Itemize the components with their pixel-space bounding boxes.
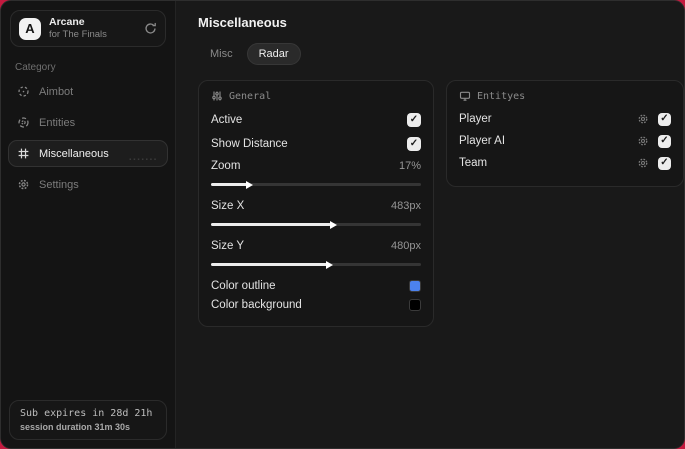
entity-label: Player AI [459, 135, 506, 147]
checkmark-icon: ✓ [409, 138, 419, 149]
panels-container: General Active ✓ Show Distance ✓ Zoom 17… [198, 80, 684, 327]
setting-label: Color background [211, 298, 302, 311]
slider-thumb[interactable] [329, 220, 337, 229]
sidebar-item-label: Aimbot [39, 85, 74, 98]
setting-label: Size X [211, 200, 245, 212]
refresh-icon[interactable] [144, 22, 157, 35]
subscription-info-card: Sub expires in 28d 21h session duration … [9, 400, 167, 440]
sidebar-item-settings[interactable]: Settings [8, 171, 168, 198]
grid-icon [17, 147, 30, 160]
sidebar-item-label: Entities [39, 116, 76, 129]
setting-row-active: Active ✓ [211, 108, 421, 132]
size-y-slider-group: Size Y 480px [211, 236, 421, 269]
tab-bar: Misc Radar [198, 43, 684, 65]
sliders-icon [211, 90, 223, 102]
panel-title: Entityes [477, 90, 526, 102]
slider-fill [211, 260, 333, 269]
checkmark-icon: ✓ [660, 135, 669, 146]
sidebar-item-label: Miscellaneous [39, 147, 109, 160]
sidebar-item-entities[interactable]: Entities [8, 109, 168, 136]
player-ai-checkbox[interactable]: ✓ [658, 134, 671, 148]
tab-radar[interactable]: Radar [246, 43, 301, 65]
page-title: Miscellaneous [198, 15, 287, 30]
team-checkbox[interactable]: ✓ [658, 156, 671, 170]
sidebar-item-miscellaneous[interactable]: Miscellaneous ▪▪▪▪▪▪▪ [8, 140, 168, 167]
setting-label: Color outline [211, 279, 276, 292]
sidebar-nav: Aimbot Entities Miscellaneous ▪▪▪▪▪▪▪ Se… [1, 77, 175, 199]
slider-value: 17% [398, 160, 421, 172]
checkmark-icon: ✓ [660, 113, 669, 124]
app-window: A Arcane for The Finals Category Aimbot … [0, 0, 685, 449]
desktop-background: A Arcane for The Finals Category Aimbot … [0, 0, 685, 449]
sidebar-item-aimbot[interactable]: Aimbot [8, 78, 168, 105]
slider-value: 483px [391, 200, 421, 212]
show-distance-checkbox[interactable]: ✓ [407, 137, 421, 151]
app-name: Arcane [49, 16, 85, 28]
slider-fill [211, 220, 337, 229]
radar-icon [17, 116, 30, 129]
entity-row-team: Team ✓ [459, 152, 671, 174]
tab-misc[interactable]: Misc [198, 43, 245, 65]
slider-label-row: Size Y 480px [211, 236, 421, 256]
slider-label-row: Zoom 17% [211, 156, 421, 176]
app-logo: A [19, 17, 41, 40]
setting-label: Show Distance [211, 138, 288, 150]
panel-title: General [229, 90, 272, 102]
entity-label: Team [459, 157, 488, 169]
main-content: Miscellaneous Misc Radar General Active … [176, 1, 684, 448]
sub-expiry-text: Sub expires in 28d 21h [20, 408, 153, 419]
entity-label: Player [459, 113, 492, 125]
color-background-swatch[interactable] [409, 298, 421, 311]
gear-icon[interactable] [637, 157, 649, 169]
slider-thumb[interactable] [325, 260, 333, 269]
dots-decoration: ▪▪▪▪▪▪▪ [129, 157, 158, 163]
app-subtitle: for The Finals [49, 29, 107, 41]
checkmark-icon: ✓ [409, 114, 419, 125]
entities-panel-header: Entityes [459, 90, 671, 102]
general-panel: General Active ✓ Show Distance ✓ Zoom 17… [198, 80, 434, 327]
checkmark-icon: ✓ [660, 157, 669, 168]
setting-row-color-outline: Color outline [211, 276, 421, 295]
category-label: Category [15, 62, 56, 73]
setting-row-show-distance: Show Distance ✓ [211, 132, 421, 156]
size-x-slider-group: Size X 483px [211, 196, 421, 229]
entity-row-player-ai: Player AI ✓ [459, 130, 671, 152]
slider-fill [211, 180, 253, 189]
size-y-slider[interactable] [211, 260, 421, 269]
zoom-slider[interactable] [211, 180, 421, 189]
setting-row-color-background: Color background [211, 295, 421, 314]
gear-icon[interactable] [637, 113, 649, 125]
slider-label-row: Size X 483px [211, 196, 421, 216]
slider-value: 480px [391, 240, 421, 252]
slider-thumb[interactable] [245, 180, 253, 189]
entities-panel: Entityes Player ✓ Player AI ✓ Team ✓ [446, 80, 684, 187]
setting-label: Active [211, 114, 243, 126]
zoom-slider-group: Zoom 17% [211, 156, 421, 189]
setting-label: Size Y [211, 240, 245, 252]
app-brand-card: A Arcane for The Finals [10, 10, 166, 47]
brand-text: Arcane for The Finals [49, 16, 107, 41]
entity-row-player: Player ✓ [459, 108, 671, 130]
gear-icon[interactable] [637, 135, 649, 147]
monitor-icon [459, 90, 471, 102]
color-outline-swatch[interactable] [409, 279, 421, 292]
active-checkbox[interactable]: ✓ [407, 113, 421, 127]
setting-label: Zoom [211, 160, 241, 172]
sidebar: A Arcane for The Finals Category Aimbot … [1, 1, 176, 448]
player-checkbox[interactable]: ✓ [658, 112, 671, 126]
gear-icon [17, 178, 30, 191]
crosshair-icon [17, 85, 30, 98]
session-duration-text: session duration 31m 30s [20, 422, 131, 432]
general-panel-header: General [211, 90, 421, 102]
sidebar-item-label: Settings [39, 178, 79, 191]
size-x-slider[interactable] [211, 220, 421, 229]
